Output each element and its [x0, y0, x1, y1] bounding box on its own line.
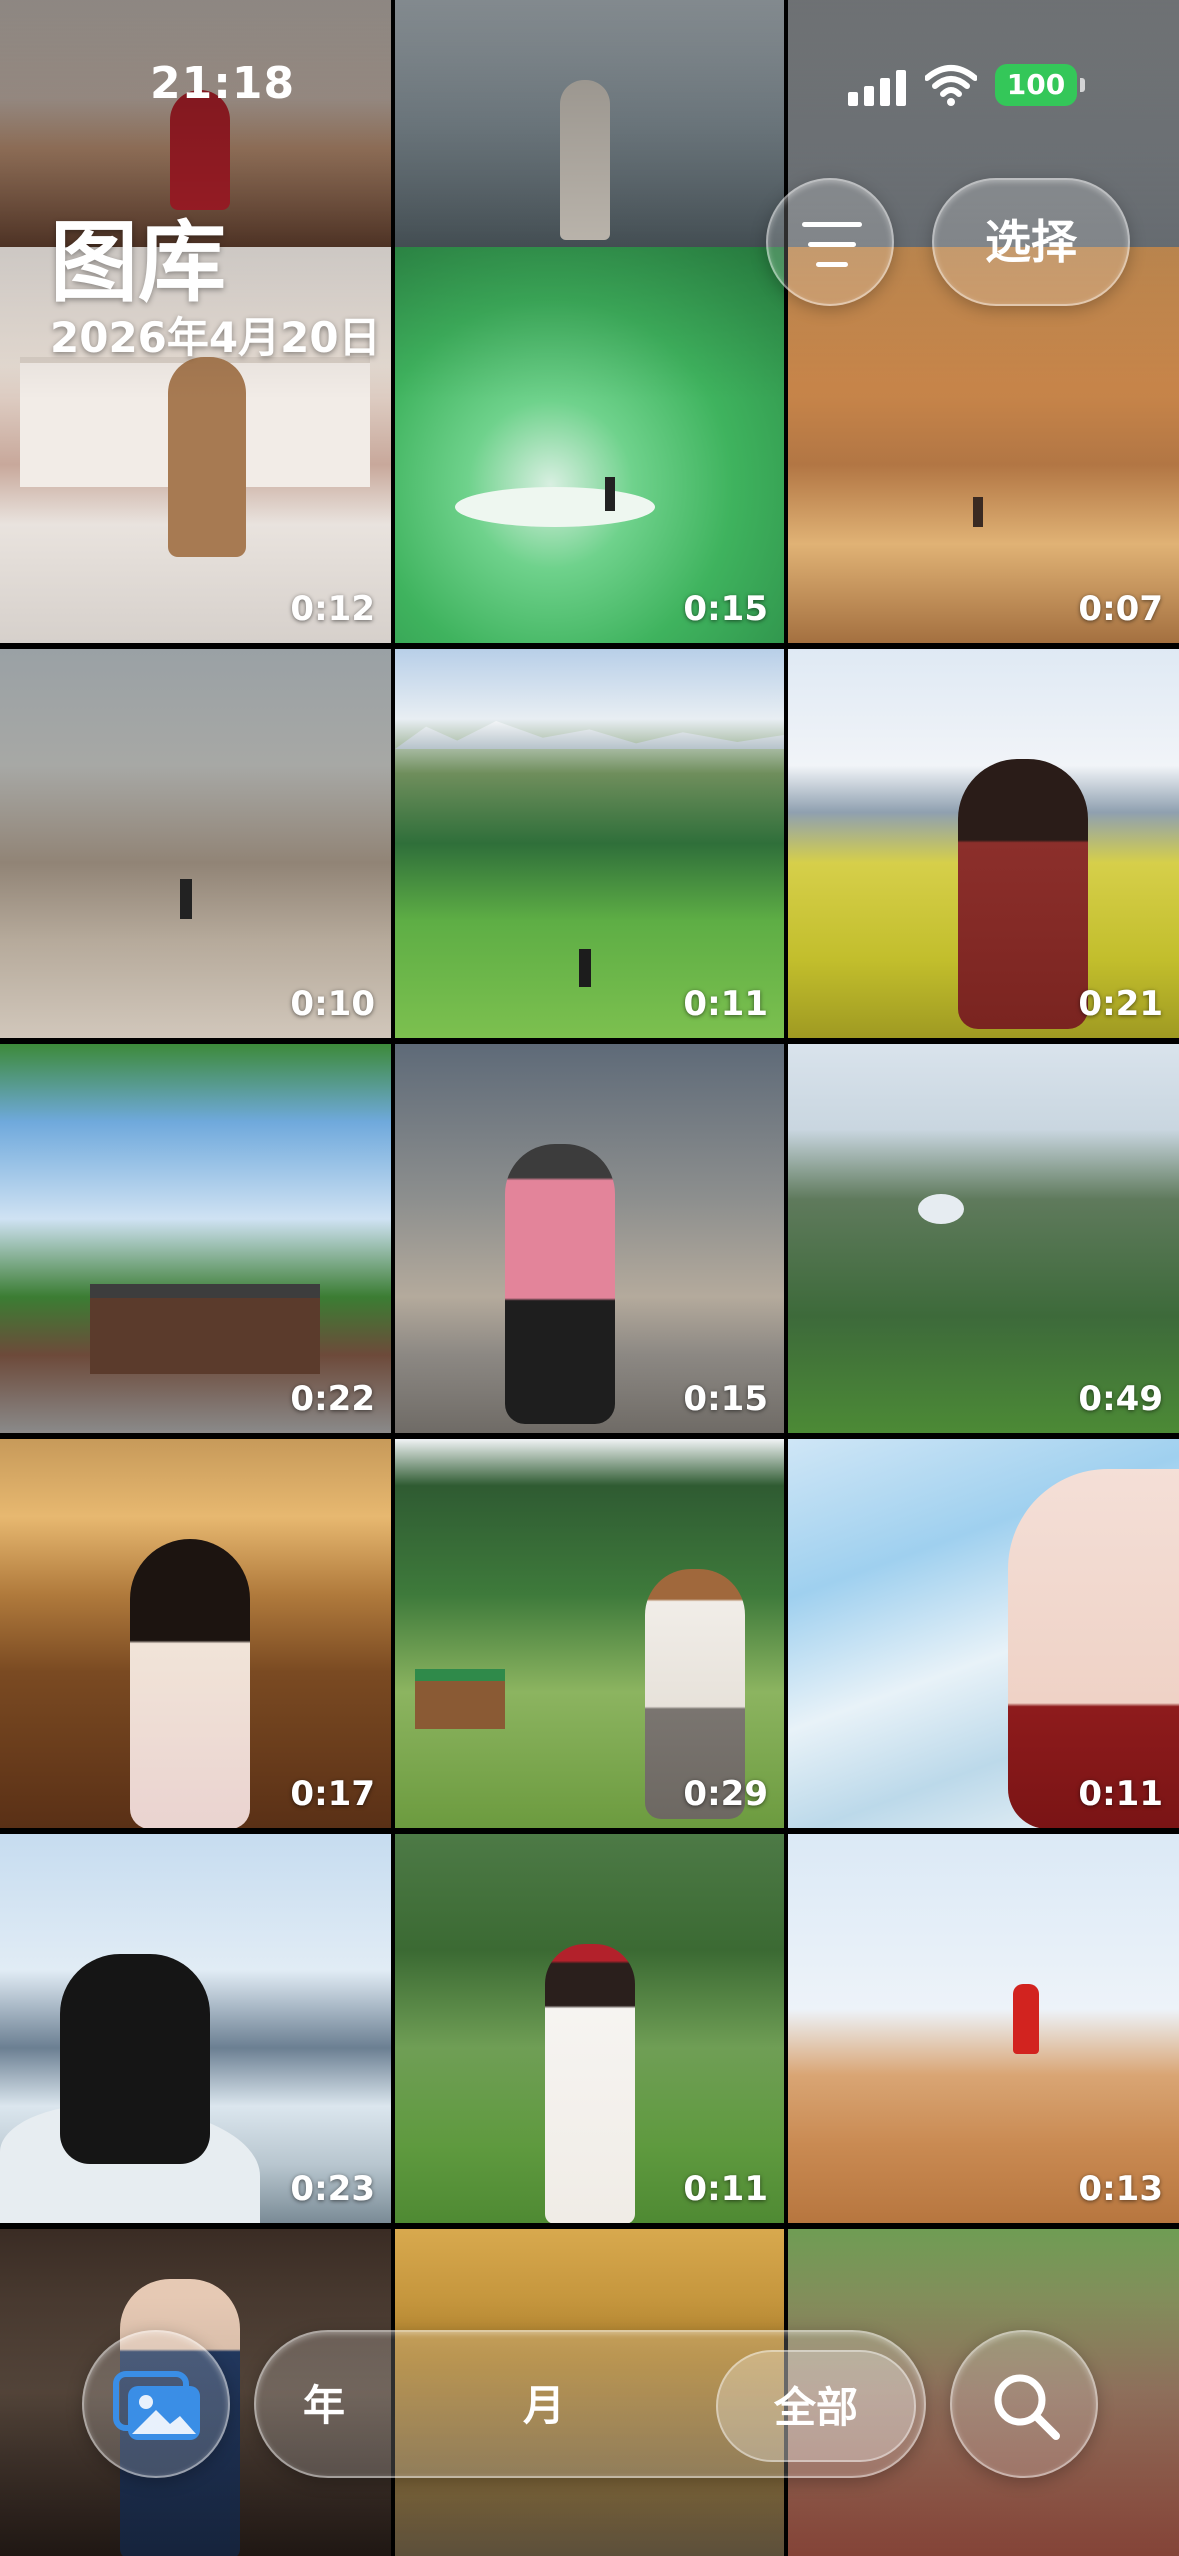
person-figure [560, 80, 610, 240]
video-duration: 0:11 [683, 984, 768, 1024]
media-thumbnail[interactable]: 0:17 [0, 1439, 391, 1828]
status-time: 21:18 [150, 58, 296, 109]
person-figure [1013, 1984, 1039, 2054]
snow-peaks [395, 721, 784, 749]
page-date: 2026年4月20日 [50, 313, 381, 362]
person-figure [60, 1954, 210, 2164]
photo-library-icon [113, 2371, 200, 2440]
person-figure [168, 357, 246, 557]
media-thumbnail[interactable]: 0:29 [395, 1439, 784, 1828]
library-button[interactable] [82, 2330, 230, 2478]
segment-month[interactable]: 月 [484, 2350, 604, 2462]
video-duration: 0:12 [290, 589, 375, 629]
video-duration: 0:15 [683, 589, 768, 629]
media-thumbnail[interactable]: 0:13 [788, 1834, 1179, 2223]
search-button[interactable] [950, 2330, 1098, 2478]
video-duration: 0:21 [1078, 984, 1163, 1024]
media-thumbnail[interactable]: 0:10 [0, 649, 391, 1038]
person-figure [973, 497, 983, 527]
cabin-shape [415, 1669, 505, 1729]
media-thumbnail[interactable]: 0:11 [788, 1439, 1179, 1828]
media-thumbnail[interactable]: 0:15 [395, 247, 784, 643]
person-figure [180, 879, 192, 919]
media-thumbnail[interactable]: 0:11 [395, 649, 784, 1038]
person-figure [130, 1539, 250, 1828]
filter-sort-button[interactable] [766, 178, 894, 306]
cellular-signal-icon [848, 70, 908, 106]
person-figure [505, 1144, 615, 1424]
person-figure [958, 759, 1088, 1029]
media-thumbnail[interactable] [395, 0, 784, 247]
segment-year[interactable]: 年 [264, 2350, 384, 2462]
video-duration: 0:07 [1078, 589, 1163, 629]
video-duration: 0:49 [1078, 1379, 1163, 1419]
arch-hole [918, 1194, 964, 1224]
person-figure [545, 1944, 635, 2223]
photo-grid: 0:12 0:15 0:07 0:10 0:11 0:21 0:22 0:15 … [0, 0, 1179, 2556]
battery-indicator: 100 [995, 64, 1085, 106]
select-button[interactable]: 选择 [932, 178, 1130, 306]
video-duration: 0:17 [290, 1774, 375, 1814]
video-duration: 0:13 [1078, 2169, 1163, 2209]
video-duration: 0:10 [290, 984, 375, 1024]
filter-lines-icon [802, 222, 862, 227]
video-duration: 0:11 [683, 2169, 768, 2209]
media-thumbnail[interactable]: 0:15 [395, 1044, 784, 1433]
salt-island [455, 487, 655, 527]
media-thumbnail[interactable]: 0:23 [0, 1834, 391, 2223]
person-figure [579, 949, 591, 987]
search-icon [994, 2374, 1060, 2440]
media-thumbnail[interactable]: 0:49 [788, 1044, 1179, 1433]
segment-all[interactable]: 全部 [716, 2350, 916, 2462]
wifi-icon [924, 64, 978, 106]
video-duration: 0:29 [683, 1774, 768, 1814]
media-thumbnail[interactable]: 0:07 [788, 247, 1179, 643]
video-duration: 0:11 [1078, 1774, 1163, 1814]
video-duration: 0:23 [290, 2169, 375, 2209]
media-thumbnail[interactable]: 0:21 [788, 649, 1179, 1038]
media-thumbnail[interactable]: 0:22 [0, 1044, 391, 1433]
media-thumbnail[interactable]: 0:11 [395, 1834, 784, 2223]
view-segmented-control: 年 月 全部 [254, 2330, 926, 2478]
person-figure [605, 477, 615, 511]
building-shape [90, 1284, 320, 1374]
video-duration: 0:15 [683, 1379, 768, 1419]
video-duration: 0:22 [290, 1379, 375, 1419]
page-title: 图库 [50, 211, 227, 314]
